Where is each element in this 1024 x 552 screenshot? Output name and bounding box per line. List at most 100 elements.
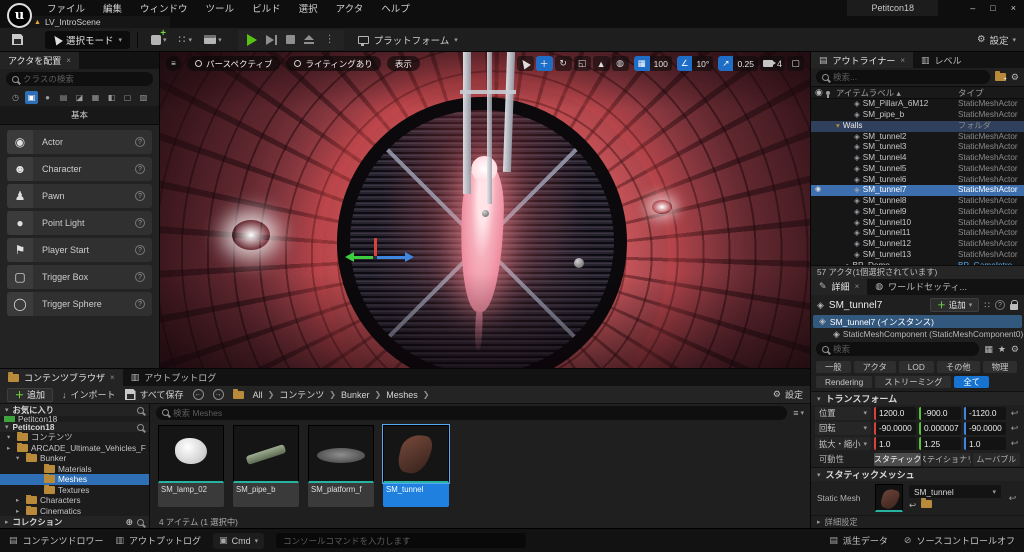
blueprints-button[interactable]: ∷ ▾ xyxy=(179,33,193,46)
browse-to-asset-icon[interactable] xyxy=(921,498,933,509)
advanced-settings-expander[interactable]: ▸ 詳細設定 xyxy=(811,515,1024,528)
class-search-field[interactable] xyxy=(6,72,153,86)
play-button[interactable] xyxy=(246,33,257,46)
world-local-toggle[interactable]: ◍ xyxy=(611,56,629,71)
type-column[interactable]: タイプ xyxy=(958,87,1020,99)
scale-x-field[interactable]: 1.0 xyxy=(874,437,916,451)
placeable-actor-item[interactable]: ◉ Actor ? xyxy=(7,130,152,154)
filter-chip[interactable]: LOD xyxy=(898,361,934,374)
reset-static-mesh-icon[interactable]: ↩ xyxy=(1007,493,1018,504)
favorites-star-icon[interactable]: ★ xyxy=(998,344,1006,355)
play-options-kebab-icon[interactable]: ⋮ xyxy=(325,34,335,45)
outliner-row[interactable]: ◈ SM_tunnel5 StaticMeshActor xyxy=(811,164,1024,175)
help-icon[interactable]: ? xyxy=(135,299,145,309)
menu-item[interactable]: 選択 xyxy=(290,0,327,17)
new-folder-icon[interactable] xyxy=(994,71,1007,83)
frame-skip-button[interactable] xyxy=(265,34,277,45)
outliner-row[interactable]: ◈ SM_tunnel12 StaticMeshActor xyxy=(811,239,1024,250)
expand-icon[interactable]: ▾ xyxy=(7,433,14,441)
placeable-actor-item[interactable]: ♟ Pawn ? xyxy=(7,184,152,208)
details-search-input[interactable] xyxy=(833,344,974,355)
static-mesh-thumbnail[interactable] xyxy=(875,484,903,513)
favorites-header[interactable]: ▾ お気に入り xyxy=(0,404,149,416)
placeable-actor-item[interactable]: ▢ Trigger Box ? xyxy=(7,265,152,289)
help-icon[interactable]: ? xyxy=(995,300,1005,311)
move-tool-button[interactable]: ＋ xyxy=(535,56,553,71)
filter-chip[interactable]: アクタ xyxy=(853,361,896,374)
mobility-option[interactable]: スタティック xyxy=(874,452,922,466)
close-icon[interactable]: × xyxy=(855,282,860,291)
breadcrumb-item[interactable]: Bunker xyxy=(341,390,370,400)
stop-button[interactable] xyxy=(285,35,295,44)
close-icon[interactable]: × xyxy=(66,56,71,65)
asset-tile[interactable]: SM_lamp_02 xyxy=(158,425,224,507)
breadcrumb-item[interactable]: コンテンツ xyxy=(279,388,324,401)
camera-speed-control[interactable]: 4 xyxy=(759,56,785,71)
scale-snap-icon[interactable]: ↗ xyxy=(718,56,734,71)
placeable-actor-item[interactable]: ● Point Light ? xyxy=(7,211,152,235)
location-x-field[interactable]: 1200.0 xyxy=(874,406,916,420)
outliner-search-field[interactable] xyxy=(816,70,990,85)
outliner-settings-gear-icon[interactable]: ⚙ xyxy=(1011,72,1019,83)
scale-z-field[interactable]: 1.0 xyxy=(964,437,1006,451)
expand-icon[interactable]: ▸ xyxy=(7,444,14,452)
details-settings-gear-icon[interactable]: ⚙ xyxy=(1011,344,1019,355)
category-icon[interactable]: ◧ xyxy=(105,91,118,104)
filter-chip[interactable]: ストリーミング xyxy=(875,376,952,389)
output-log-button[interactable]: ▥ アウトプットログ xyxy=(116,534,202,547)
expand-icon[interactable]: ▸ xyxy=(16,507,23,515)
scale-tool-button[interactable]: ◱ xyxy=(573,56,591,71)
category-icon[interactable]: ▦ xyxy=(89,91,102,104)
component-root-row[interactable]: ◈ SM_tunnel7 (インスタンス) xyxy=(813,315,1022,328)
tab-place-actors[interactable]: アクタを配置 × xyxy=(0,52,79,69)
filter-chip[interactable]: 全て xyxy=(954,376,989,389)
location-z-field[interactable]: -1120.0 xyxy=(964,406,1006,420)
category-icon[interactable]: ▣ xyxy=(25,91,38,104)
close-button[interactable]: × xyxy=(1011,3,1016,13)
maximize-viewport-button[interactable]: ▢ xyxy=(787,56,804,71)
scale-dropdown[interactable]: 拡大・縮小 ▾ xyxy=(815,437,871,451)
folder-tree-item[interactable]: ▾ Bunker xyxy=(0,453,149,464)
add-component-button[interactable]: ＋追加 ▾ xyxy=(930,298,980,313)
select-tool-button[interactable] xyxy=(516,56,534,71)
folder-tree-item[interactable]: ▸ ARCADE_Ultimate_Vehicles_F xyxy=(0,442,149,454)
outliner-row[interactable]: ◈ SM_tunnel10 StaticMeshActor xyxy=(811,218,1024,229)
filter-chip[interactable]: 物理 xyxy=(982,361,1018,374)
outliner-row[interactable]: ◈ SM_tunnel6 StaticMeshActor xyxy=(811,175,1024,186)
cmd-dropdown[interactable]: ▣ Cmd ▾ xyxy=(213,532,265,549)
blueprint-convert-icon[interactable]: ∷ xyxy=(984,300,990,311)
rotation-snap-value[interactable]: 10° xyxy=(692,56,714,71)
outliner-row[interactable]: ◈ SM_tunnel4 StaticMeshActor xyxy=(811,153,1024,164)
search-icon[interactable] xyxy=(137,406,144,414)
tab-world-settings[interactable]: ◍ ワールドセッティ... xyxy=(867,279,975,295)
asset-tile[interactable]: SM_platform_f xyxy=(308,425,374,507)
use-selected-asset-icon[interactable]: ↩ xyxy=(909,500,916,511)
folder-tree-item[interactable]: Materials xyxy=(0,463,149,475)
outliner-row[interactable]: ◉ ◈ SM_tunnel7 StaticMeshActor xyxy=(811,185,1024,197)
filter-chip[interactable]: Rendering xyxy=(816,376,873,389)
gizmo-z-axis[interactable] xyxy=(374,238,377,256)
help-icon[interactable]: ? xyxy=(135,272,145,282)
item-label-column[interactable]: アイテムラベル ▴ xyxy=(836,87,955,99)
perspective-dropdown[interactable]: パースペクティブ xyxy=(187,56,281,71)
grid-snap-value[interactable]: 100 xyxy=(649,56,672,71)
help-icon[interactable]: ? xyxy=(135,245,145,255)
rotation-z-field[interactable]: -90.0000 xyxy=(964,421,1006,435)
folder-tree-item[interactable]: ▾ コンテンツ xyxy=(0,432,149,443)
source-control-button[interactable]: ⊘ ソースコントロールオフ xyxy=(904,534,1015,547)
details-search-field[interactable] xyxy=(816,342,980,357)
filter-icon[interactable]: ≡ ▾ xyxy=(793,408,804,418)
search-icon[interactable] xyxy=(137,423,144,431)
visibility-column-icon[interactable]: ◉ xyxy=(815,87,823,98)
tab-output-log[interactable]: ▥ アウトプットログ xyxy=(123,369,225,386)
cinematics-button[interactable]: ▾ xyxy=(204,35,222,44)
menu-item[interactable]: ツール xyxy=(197,0,244,17)
menu-item[interactable]: ビルド xyxy=(243,0,290,17)
collections-header[interactable]: ▸ コレクション ⊕ xyxy=(0,516,149,528)
save-icon[interactable] xyxy=(12,34,23,45)
outliner-row[interactable]: ◈ SM_tunnel9 StaticMeshActor xyxy=(811,207,1024,218)
tab-content-browser[interactable]: コンテンツブラウザ × xyxy=(0,369,123,386)
outliner-row[interactable]: ◈ SM_PillarA_6M12 StaticMeshActor xyxy=(811,99,1024,110)
expand-icon[interactable]: ▸ xyxy=(16,496,23,504)
category-icon[interactable]: ▢ xyxy=(121,91,134,104)
